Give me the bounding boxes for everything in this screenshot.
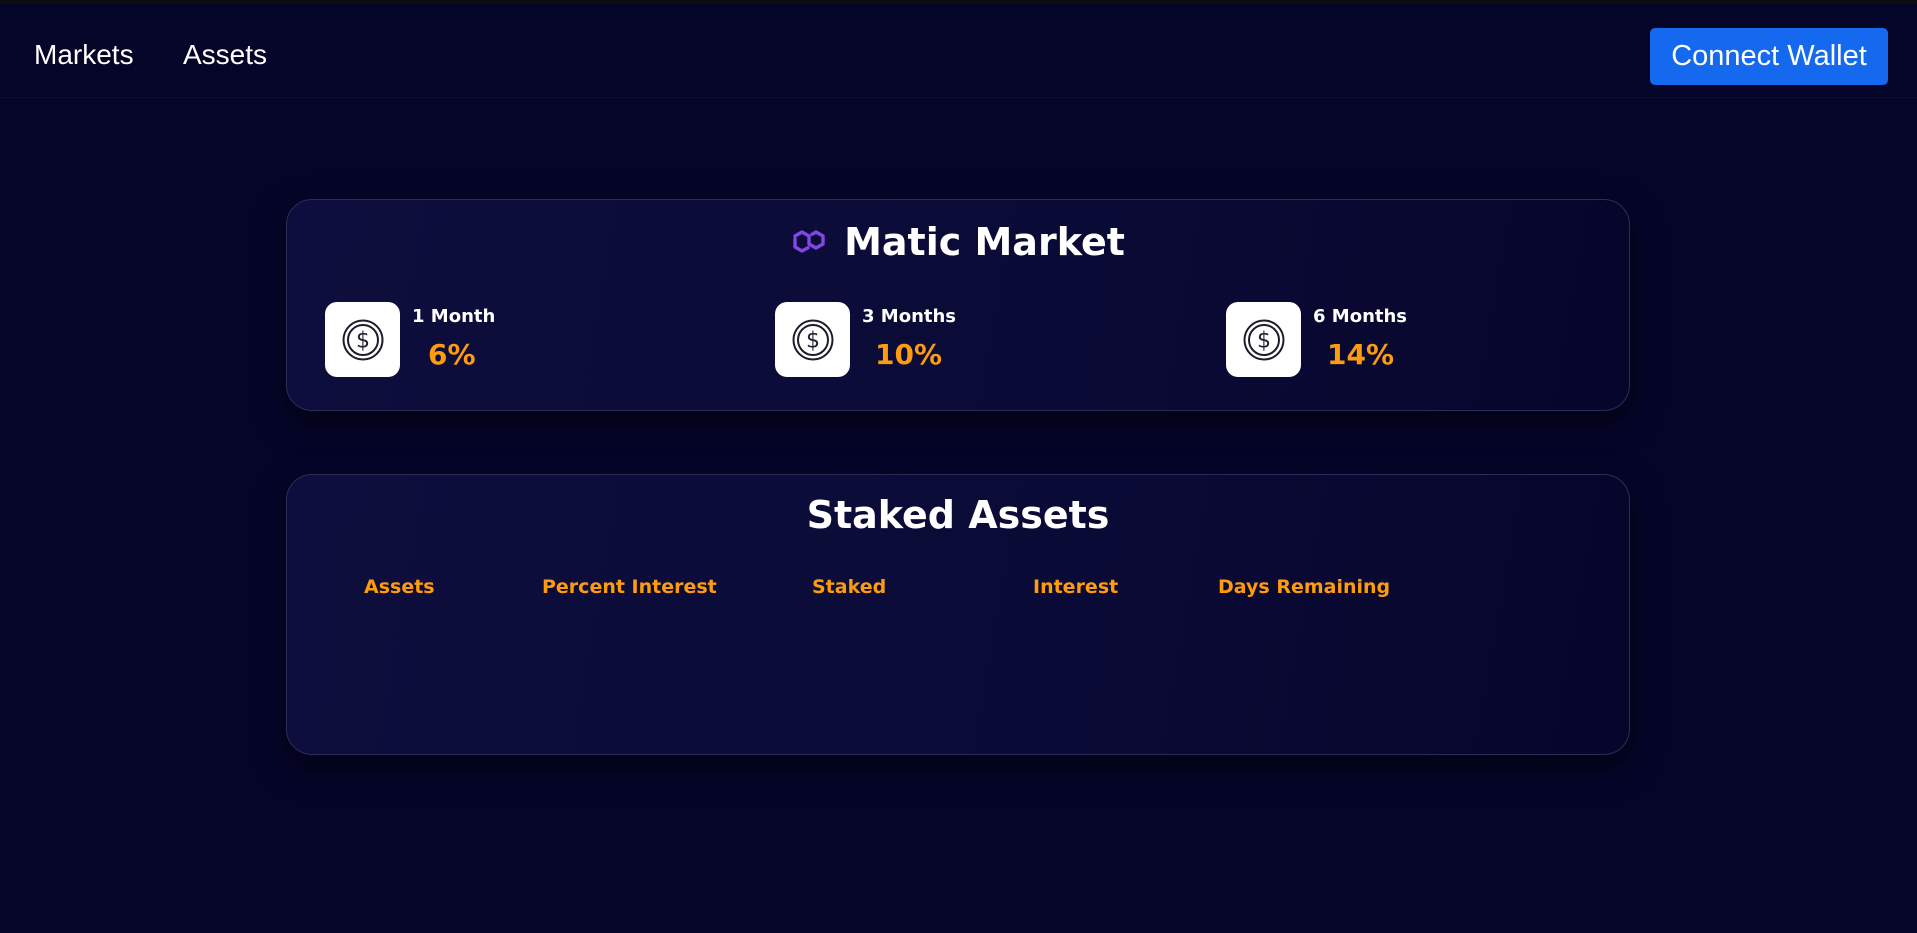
column-header-staked: Staked: [812, 576, 887, 598]
svg-text:$: $: [806, 328, 820, 353]
market-title: Matic Market: [844, 220, 1125, 264]
term-label: 1 Month: [412, 306, 496, 327]
svg-text:$: $: [1257, 328, 1271, 353]
nav-link-assets[interactable]: Assets: [183, 39, 267, 71]
term-rate: 6%: [428, 338, 476, 371]
navbar: Markets Assets Connect Wallet: [0, 4, 1917, 98]
column-header-percent-interest: Percent Interest: [542, 576, 717, 598]
polygon-matic-icon: [793, 230, 825, 253]
nav-link-markets[interactable]: Markets: [34, 39, 134, 71]
svg-text:$: $: [356, 328, 370, 353]
staked-assets-card: Staked Assets Assets Percent Interest St…: [286, 474, 1630, 755]
market-header: Matic Market: [287, 220, 1629, 264]
matic-market-card: Matic Market $ 1 Month 6% $ 3 Months 10%: [286, 199, 1630, 411]
connect-wallet-button[interactable]: Connect Wallet: [1650, 28, 1888, 85]
column-header-assets: Assets: [364, 576, 435, 598]
dollar-coin-icon: $: [775, 302, 850, 377]
dollar-coin-icon: $: [325, 302, 400, 377]
staked-assets-title: Staked Assets: [806, 493, 1110, 537]
column-header-interest: Interest: [1033, 576, 1119, 598]
column-header-days-remaining: Days Remaining: [1218, 576, 1391, 598]
term-rate: 14%: [1327, 338, 1395, 371]
term-label: 3 Months: [862, 306, 957, 327]
term-label: 6 Months: [1313, 306, 1408, 327]
dollar-coin-icon: $: [1226, 302, 1301, 377]
term-rate: 10%: [875, 338, 943, 371]
